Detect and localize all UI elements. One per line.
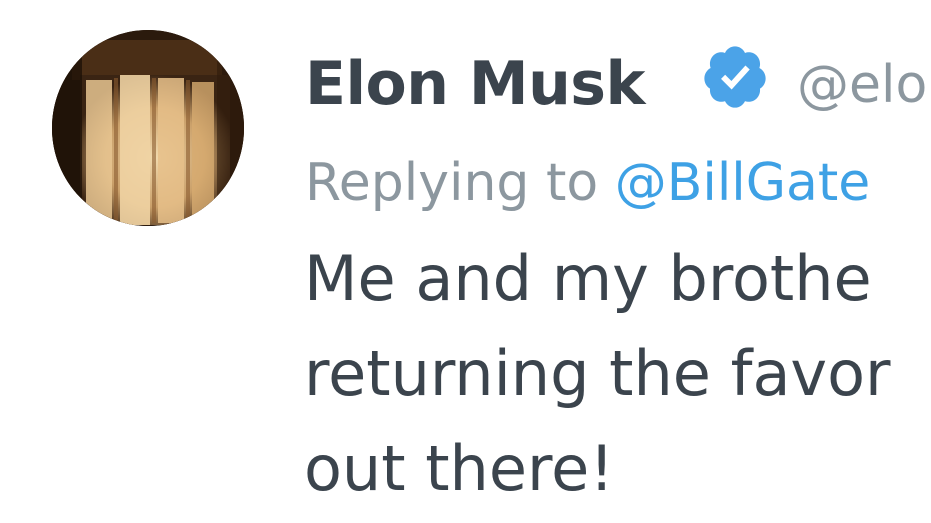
reply-mention-link[interactable]: @BillGate [615,153,871,213]
replying-to-line: Replying to @BillGate [305,150,870,216]
tweet-text-line: out there! [304,432,615,505]
verified-badge-icon [700,42,770,112]
tweet-card: Elon Musk @elo Replying to @BillGate Me … [0,0,931,523]
tweet-text-line: returning the favor [304,337,891,410]
author-avatar[interactable] [52,30,244,226]
author-name[interactable]: Elon Musk [305,48,645,120]
author-handle[interactable]: @elo [797,52,927,118]
avatar-image [52,30,244,226]
tweet-text-line: Me and my brothe [304,242,872,315]
replying-to-label: Replying to [305,153,615,213]
